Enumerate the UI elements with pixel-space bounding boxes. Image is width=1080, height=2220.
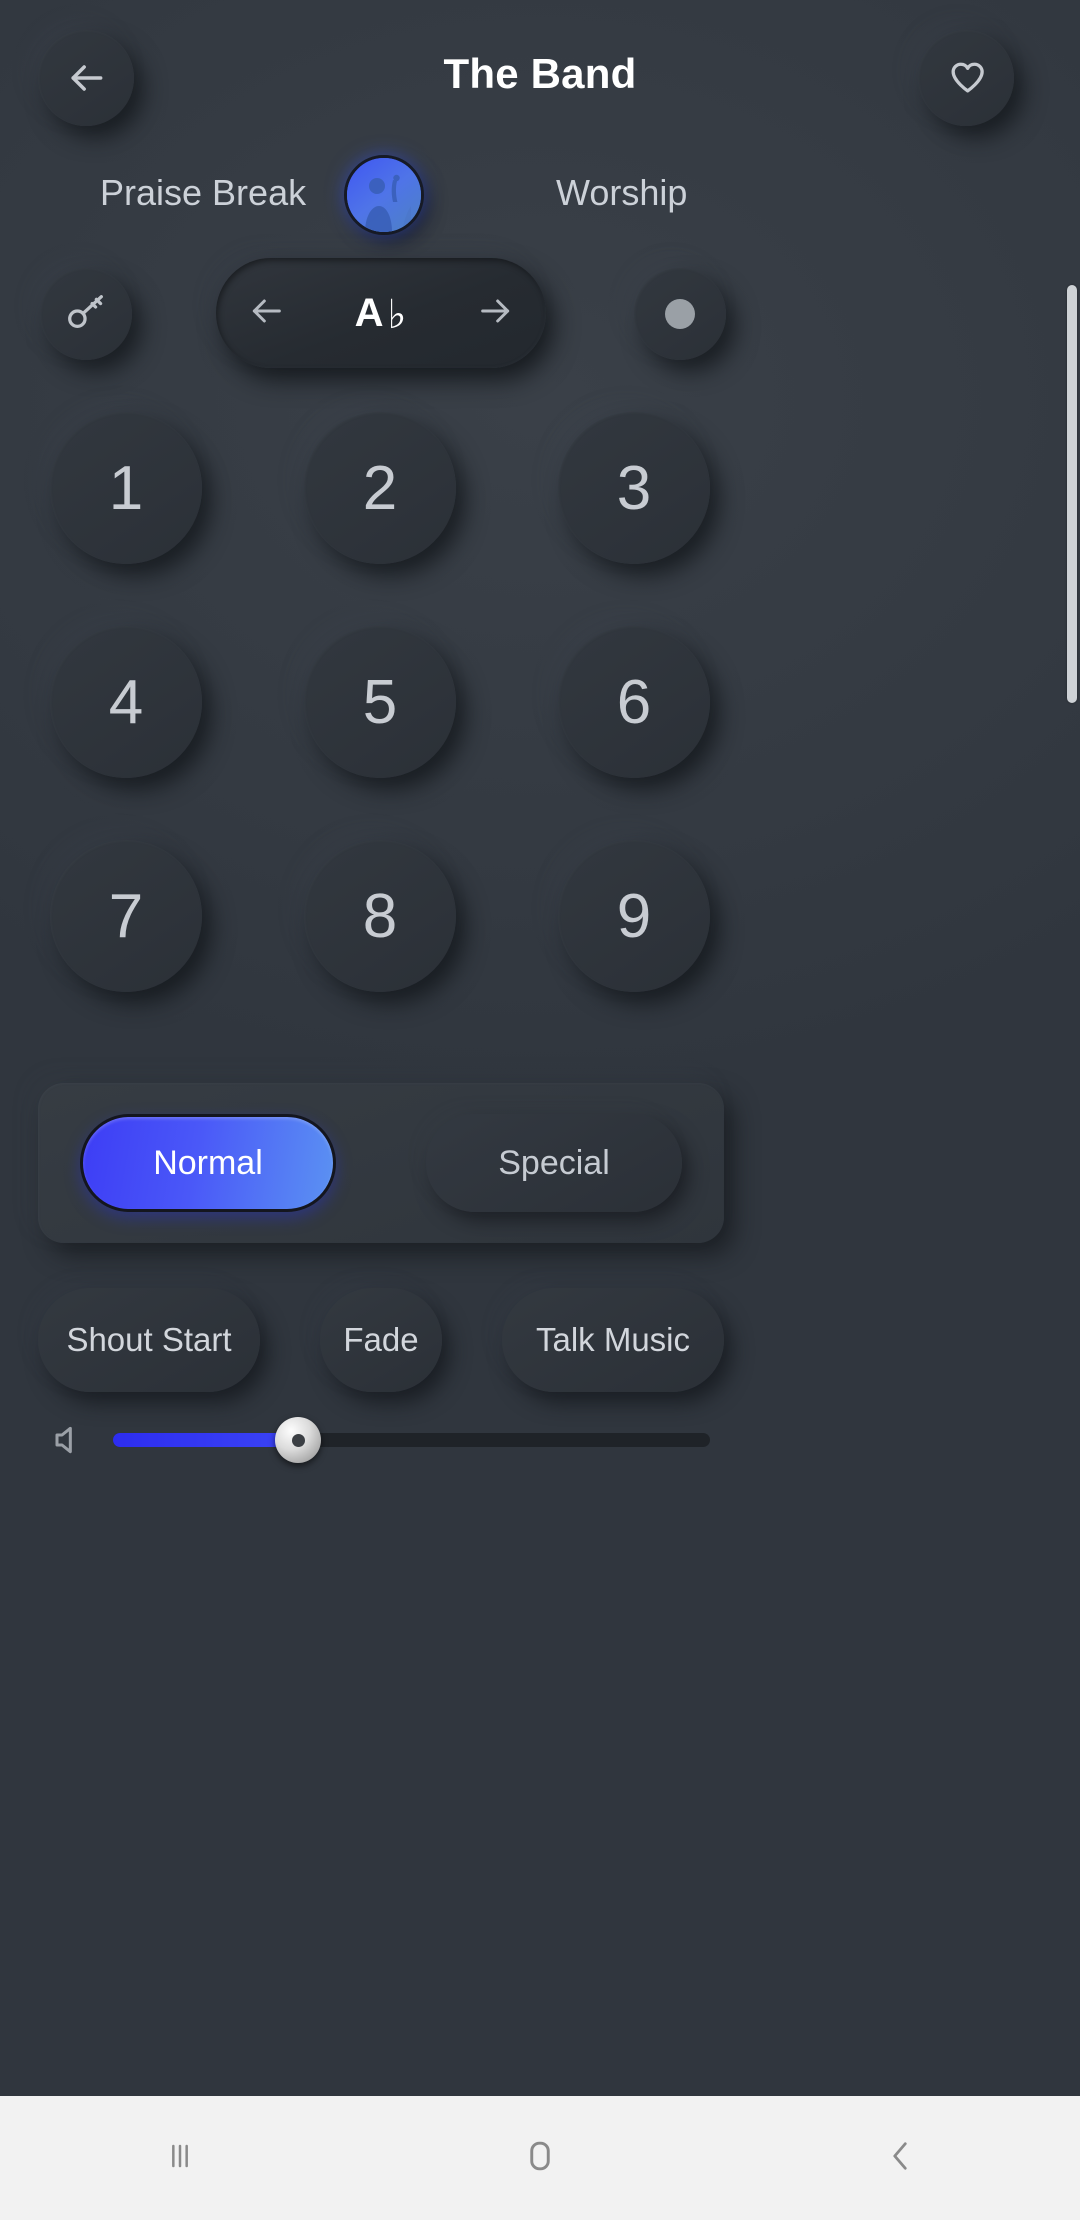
home-button[interactable]	[480, 2108, 600, 2208]
favorite-button[interactable]	[918, 30, 1014, 126]
key-selector-row: A ♭	[0, 258, 1080, 370]
arrow-left-icon	[246, 291, 286, 336]
tab-praise-break[interactable]: Praise Break	[100, 172, 306, 214]
record-dot-icon	[665, 299, 695, 329]
recents-icon	[160, 2136, 200, 2181]
key-note: A	[354, 291, 385, 335]
back-button-nav[interactable]	[840, 2108, 960, 2208]
volume-slider-track[interactable]	[113, 1433, 710, 1447]
numpad-key-3[interactable]: 3	[558, 412, 710, 564]
volume-slider-fill	[113, 1433, 299, 1447]
mode-special-button[interactable]: Special	[426, 1114, 682, 1212]
recents-button[interactable]	[120, 2108, 240, 2208]
talk-music-button[interactable]: Talk Music	[502, 1288, 724, 1392]
mode-tab-row: Praise Break Worship	[0, 150, 1080, 250]
mode-toggle-panel: Normal Special	[38, 1083, 724, 1243]
key-accidental: ♭	[387, 293, 408, 337]
volume-control	[0, 1400, 1080, 1480]
numpad-key-9[interactable]: 9	[558, 840, 710, 992]
numpad-key-4[interactable]: 4	[50, 626, 202, 778]
numpad-key-1[interactable]: 1	[50, 412, 202, 564]
key-next-button[interactable]	[468, 285, 524, 341]
android-navigation-bar	[0, 2096, 1080, 2220]
app-root: The Band Praise Break Worship A ♭ 1 2 3 …	[0, 0, 1080, 2220]
numpad-key-6[interactable]: 6	[558, 626, 710, 778]
back-chevron-icon	[879, 2135, 921, 2182]
fade-button[interactable]: Fade	[320, 1288, 442, 1392]
record-button[interactable]	[634, 268, 726, 360]
app-header: The Band	[0, 0, 1080, 160]
home-icon	[518, 2134, 562, 2183]
key-prev-button[interactable]	[238, 285, 294, 341]
key-icon	[63, 289, 109, 340]
action-button-row: Shout Start Fade Talk Music	[0, 1288, 1080, 1408]
tab-worship[interactable]: Worship	[556, 172, 687, 214]
key-value: A ♭	[354, 290, 408, 337]
numpad-key-2[interactable]: 2	[304, 412, 456, 564]
heart-icon	[944, 56, 988, 100]
numpad-key-8[interactable]: 8	[304, 840, 456, 992]
numpad-key-7[interactable]: 7	[50, 840, 202, 992]
volume-slider-knob[interactable]	[275, 1417, 322, 1463]
worshipper-avatar-icon	[347, 158, 421, 232]
numpad-key-5[interactable]: 5	[304, 626, 456, 778]
key-stepper: A ♭	[216, 258, 546, 368]
arrow-right-icon	[476, 291, 516, 336]
shout-start-button[interactable]: Shout Start	[38, 1288, 260, 1392]
key-settings-button[interactable]	[40, 268, 132, 360]
number-pad: 1 2 3 4 5 6 7 8 9	[0, 408, 1080, 1028]
worshipper-avatar[interactable]	[344, 155, 424, 235]
mode-normal-button[interactable]: Normal	[80, 1114, 336, 1212]
speaker-icon	[50, 1418, 94, 1462]
